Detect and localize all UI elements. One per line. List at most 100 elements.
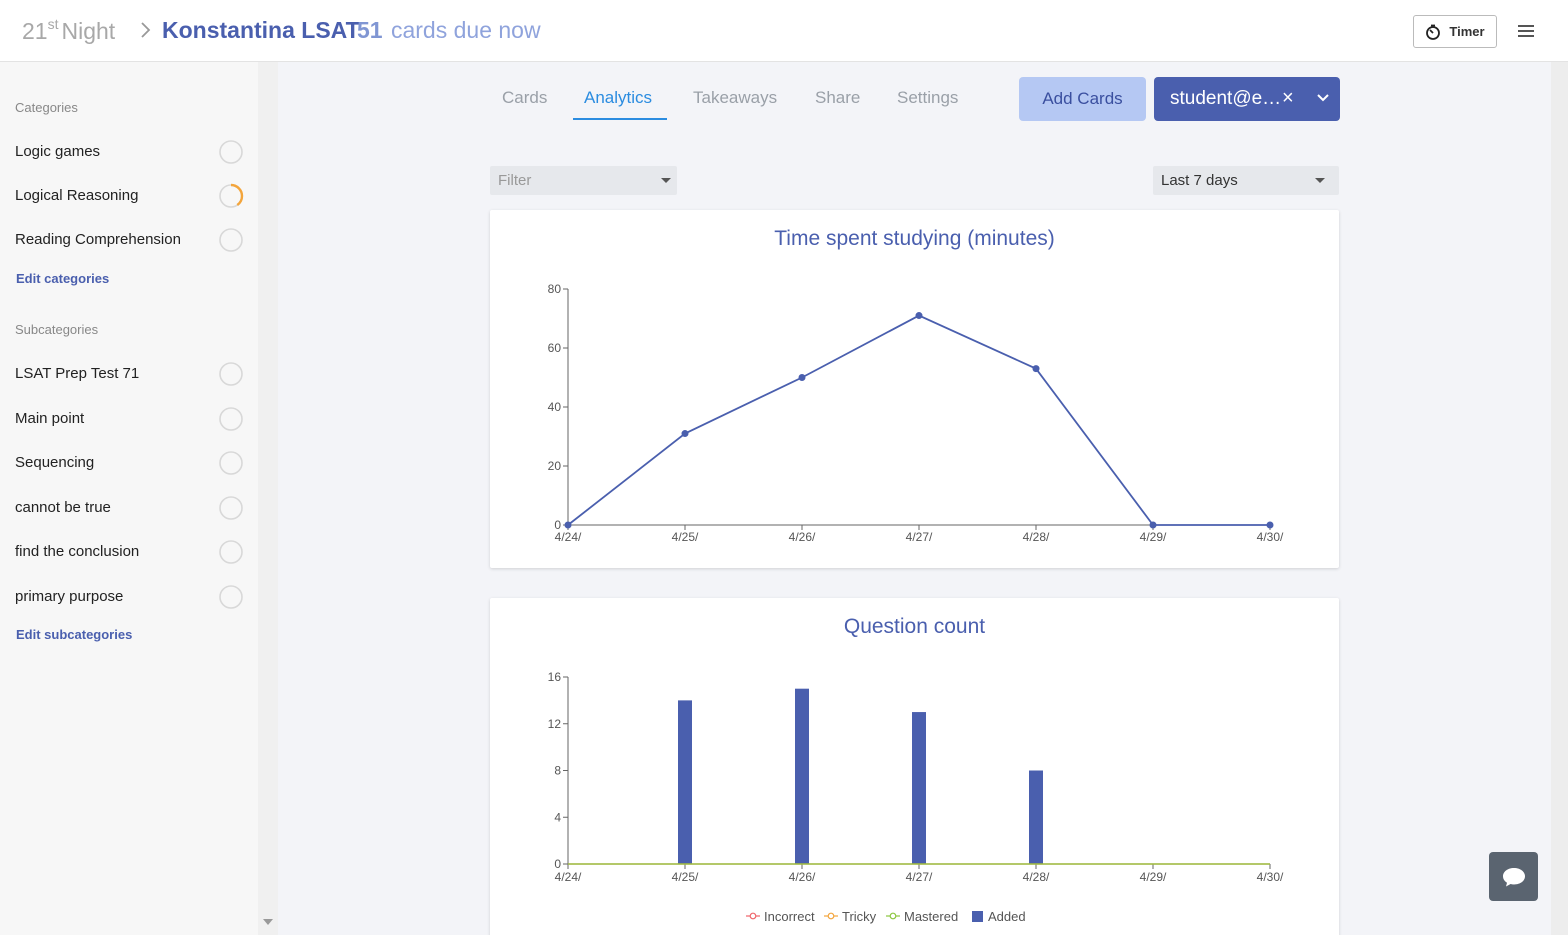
data-point[interactable] xyxy=(681,430,689,438)
user-chip[interactable]: student@e… × xyxy=(1154,77,1340,121)
cards-due-link[interactable]: 51 cards due now xyxy=(357,17,541,44)
data-point[interactable] xyxy=(798,374,806,381)
sidebar-item-label: Main point xyxy=(15,409,85,427)
x-tick-label: 4/29/ xyxy=(1140,530,1167,544)
filter-select[interactable]: Filter xyxy=(490,166,677,195)
sidebar-item-label: Reading Comprehension xyxy=(15,231,181,248)
deck-title[interactable]: Konstantina LSAT xyxy=(162,17,360,44)
bar[interactable] xyxy=(912,712,926,864)
timer-label: Timer xyxy=(1449,24,1485,39)
add-cards-button[interactable]: Add Cards xyxy=(1019,77,1146,121)
x-tick-label: 4/29/ xyxy=(1140,870,1167,884)
tab-settings[interactable]: Settings xyxy=(897,88,958,108)
brand-name: Night xyxy=(61,18,116,44)
legend-swatch xyxy=(972,911,983,922)
data-point[interactable] xyxy=(564,521,572,529)
legend-swatch-marker xyxy=(889,912,897,920)
sidebar-item[interactable]: Main point xyxy=(15,404,247,434)
sidebar-item[interactable]: Sequencing xyxy=(15,448,247,478)
chevron-down-icon[interactable] xyxy=(1316,93,1330,103)
app-header: 21st Night Konstantina LSAT 51 cards due … xyxy=(0,0,1568,62)
caret-down-icon xyxy=(661,178,671,183)
question-count-chart: 0 4 8 12 16 4/24/4/25/4/26/4/27/4/28/4/29/4/3… xyxy=(548,670,1284,924)
brand-number: 21 xyxy=(22,18,48,44)
due-text: cards due now xyxy=(390,17,541,43)
x-tick-label: 4/26/ xyxy=(789,530,816,544)
date-range-value: Last 7 days xyxy=(1161,172,1238,189)
progress-ring-icon xyxy=(219,584,243,609)
progress-ring-icon xyxy=(219,362,243,386)
y-tick-label: 16 xyxy=(548,670,562,684)
y-tick-label: 20 xyxy=(548,459,562,473)
data-point[interactable] xyxy=(1266,521,1274,529)
x-tick-label: 4/25/ xyxy=(672,870,699,884)
timer-button[interactable]: Timer xyxy=(1413,15,1497,48)
legend-item[interactable]: Added xyxy=(972,909,1026,924)
filter-placeholder: Filter xyxy=(498,172,532,189)
y-tick-label: 0 xyxy=(554,857,561,871)
bar[interactable] xyxy=(678,700,692,864)
data-point[interactable] xyxy=(1149,521,1157,529)
progress-ring-icon xyxy=(219,406,243,431)
legend-label: Mastered xyxy=(904,909,958,924)
sidebar-item-label: find the conclusion xyxy=(15,543,140,560)
page-scrollbar[interactable] xyxy=(1551,62,1568,935)
tab-analytics[interactable]: Analytics xyxy=(584,88,652,108)
chat-bubble-icon xyxy=(1502,867,1525,886)
y-tick-label: 60 xyxy=(548,341,562,355)
x-tick-label: 4/26/ xyxy=(789,870,816,884)
sidebar-item[interactable]: find the conclusion xyxy=(15,537,247,567)
sidebar-item[interactable]: primary purpose xyxy=(15,582,247,612)
sidebar-scrollbar[interactable] xyxy=(258,62,278,935)
data-point[interactable] xyxy=(1032,365,1040,373)
time-studying-card: Time spent studying (minutes) 0 20 40 60 80 4… xyxy=(490,210,1339,568)
active-tab-indicator xyxy=(573,118,667,120)
x-tick-label: 4/27/ xyxy=(906,530,933,544)
legend-label: Tricky xyxy=(842,909,877,924)
series-line xyxy=(567,314,1270,526)
sidebar-item[interactable]: Logic games xyxy=(15,137,247,167)
date-range-select[interactable]: Last 7 days xyxy=(1153,166,1339,195)
legend-item[interactable]: Tricky xyxy=(824,909,877,924)
x-tick-label: 4/25/ xyxy=(672,530,699,544)
sidebar-item-label: Logic games xyxy=(15,143,101,160)
y-tick-label: 12 xyxy=(548,717,562,731)
sidebar-item[interactable]: cannot be true xyxy=(15,493,247,523)
edit-categories-link[interactable]: Edit categories xyxy=(16,271,109,286)
bar[interactable] xyxy=(1029,770,1043,865)
brand-logo[interactable]: 21st Night xyxy=(22,16,115,45)
subcategories-heading: Subcategories xyxy=(15,322,99,337)
caret-down-icon xyxy=(1315,178,1325,183)
legend-item[interactable]: Mastered xyxy=(886,909,958,924)
progress-ring-icon xyxy=(219,495,243,520)
y-tick-label: 8 xyxy=(554,764,561,778)
time-studying-chart: 0204060804/24/4/25/4/26/4/27/4/28/4/29/4… xyxy=(548,282,1284,544)
chat-button[interactable] xyxy=(1489,852,1538,901)
x-tick-label: 4/30/ xyxy=(1257,530,1284,544)
hamburger-menu-icon[interactable] xyxy=(1516,22,1536,40)
chevron-right-icon xyxy=(141,22,151,38)
data-point[interactable] xyxy=(915,312,923,320)
x-tick-label: 4/30/ xyxy=(1257,870,1284,884)
sidebar-item-label: primary purpose xyxy=(15,587,124,605)
tab-cards[interactable]: Cards xyxy=(502,88,547,108)
legend-item[interactable]: Incorrect xyxy=(746,909,815,924)
legend-swatch-marker xyxy=(749,912,757,920)
x-tick-label: 4/28/ xyxy=(1023,870,1050,884)
x-tick-label: 4/24/ xyxy=(555,870,582,884)
progress-ring-icon xyxy=(219,228,243,252)
scroll-down-arrow-icon[interactable] xyxy=(263,919,273,925)
tab-share[interactable]: Share xyxy=(815,88,860,108)
legend-label: Incorrect xyxy=(764,909,815,924)
bar[interactable] xyxy=(795,688,809,864)
sidebar-item-label: LSAT Prep Test 71 xyxy=(15,365,140,382)
sidebar-item-label: Sequencing xyxy=(15,454,95,471)
sidebar-item[interactable]: Logical Reasoning xyxy=(15,181,247,211)
remove-user-icon[interactable]: × xyxy=(1282,87,1294,110)
sidebar-item[interactable]: Reading Comprehension xyxy=(15,225,247,255)
question-count-card: Question count 0 4 8 12 16 4/24/4/25/4/26/4/2… xyxy=(490,598,1339,935)
edit-subcategories-link[interactable]: Edit subcategories xyxy=(16,627,132,642)
sidebar-item[interactable]: LSAT Prep Test 71 xyxy=(15,359,247,389)
y-tick-label: 40 xyxy=(548,400,562,414)
tab-takeaways[interactable]: Takeaways xyxy=(693,88,777,108)
